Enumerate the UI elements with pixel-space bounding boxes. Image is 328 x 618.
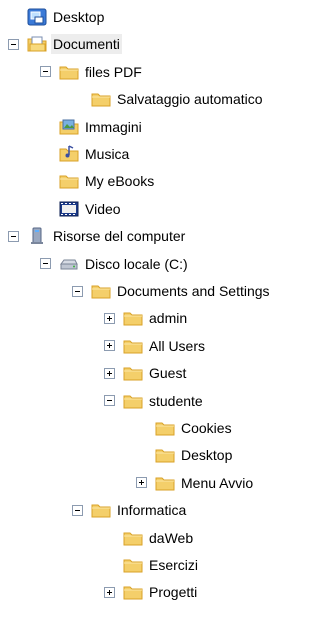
tree-item-label: Immagini bbox=[85, 118, 142, 135]
folder-icon bbox=[123, 309, 143, 327]
folder-icon bbox=[91, 282, 111, 300]
collapse-icon[interactable] bbox=[8, 38, 19, 50]
tree-item-label: files PDF bbox=[85, 63, 142, 80]
collapse-icon[interactable] bbox=[40, 258, 51, 270]
tree-item[interactable]: Documents and Settings bbox=[72, 280, 272, 302]
tree-item-label: Esercizi bbox=[149, 557, 199, 573]
tree-item-label: studente bbox=[149, 392, 203, 409]
tree-item-label: Musica bbox=[85, 146, 130, 162]
tree-item-label: Menu Avvio bbox=[181, 474, 254, 491]
tree-item[interactable]: My eBooks bbox=[40, 170, 156, 192]
tree-item[interactable]: daWeb bbox=[104, 527, 195, 549]
tree-item-label: daWeb bbox=[149, 529, 194, 546]
tree-item-label: Informatica bbox=[117, 502, 187, 519]
folder-icon bbox=[155, 446, 175, 464]
desktop-icon bbox=[27, 8, 47, 26]
tree-item-label: admin bbox=[149, 310, 188, 327]
pictures-folder-icon bbox=[59, 118, 79, 136]
tree-item-label: Desktop bbox=[181, 447, 233, 464]
tree-item-label: Cookies bbox=[181, 420, 232, 436]
music-folder-icon bbox=[59, 145, 79, 163]
folder-icon bbox=[123, 529, 143, 547]
tree-item-label: Documenti bbox=[51, 34, 122, 55]
tree-item[interactable]: Salvataggio automatico bbox=[72, 88, 265, 110]
expand-icon[interactable] bbox=[104, 312, 115, 324]
tree-item-label: Risorse del computer bbox=[53, 228, 186, 245]
tree-item-label: My eBooks bbox=[85, 173, 155, 190]
expand-icon[interactable] bbox=[104, 586, 115, 598]
tree-item-label: Salvataggio automatico bbox=[117, 91, 263, 108]
collapse-icon[interactable] bbox=[72, 504, 83, 516]
tree-item[interactable]: Desktop bbox=[8, 6, 106, 28]
tree-item[interactable]: Musica bbox=[40, 143, 131, 165]
tree-item[interactable]: files PDF bbox=[40, 61, 144, 83]
tree-item[interactable]: Risorse del computer bbox=[8, 225, 187, 247]
tree-item[interactable]: Documenti bbox=[8, 33, 122, 55]
folder-tree: Desktop Documenti files PDF Salvataggio aut… bbox=[0, 0, 328, 618]
tree-item[interactable]: Video bbox=[40, 198, 123, 220]
tree-item[interactable]: Cookies bbox=[136, 417, 234, 439]
drive-icon bbox=[59, 255, 79, 273]
collapse-icon[interactable] bbox=[104, 395, 115, 407]
expand-icon[interactable] bbox=[104, 367, 115, 379]
tree-item[interactable]: Esercizi bbox=[104, 554, 200, 576]
tree-item[interactable]: Immagini bbox=[40, 116, 144, 138]
tree-item[interactable]: Desktop bbox=[136, 444, 234, 466]
folder-icon bbox=[123, 337, 143, 355]
folder-icon bbox=[123, 364, 143, 382]
tree-item[interactable]: Disco locale (C:) bbox=[40, 253, 190, 275]
tree-item-label: Progetti bbox=[149, 584, 198, 601]
folder-icon bbox=[123, 556, 143, 574]
tree-item-label: Disco locale (C:) bbox=[85, 255, 188, 272]
folder-icon bbox=[91, 90, 111, 108]
tree-item-label: Desktop bbox=[53, 9, 105, 25]
folder-icon bbox=[59, 172, 79, 190]
collapse-icon[interactable] bbox=[40, 66, 51, 78]
collapse-icon[interactable] bbox=[72, 285, 83, 297]
tree-item-label: All Users bbox=[149, 337, 206, 354]
video-folder-icon bbox=[59, 200, 79, 218]
collapse-icon[interactable] bbox=[8, 230, 19, 242]
tree-item[interactable]: Menu Avvio bbox=[136, 472, 255, 494]
tree-item[interactable]: Guest bbox=[104, 362, 188, 384]
tree-item[interactable]: Progetti bbox=[104, 581, 199, 603]
tree-item[interactable]: studente bbox=[104, 390, 205, 412]
expand-icon[interactable] bbox=[104, 340, 115, 352]
tree-item-label: Video bbox=[85, 200, 121, 217]
folder-icon bbox=[155, 474, 175, 492]
tree-item[interactable]: Informatica bbox=[72, 499, 188, 521]
folder-icon bbox=[59, 63, 79, 81]
folder-icon bbox=[123, 583, 143, 601]
expand-icon[interactable] bbox=[136, 477, 147, 489]
documents-folder-icon bbox=[27, 35, 47, 53]
tree-item-label: Documents and Settings bbox=[117, 283, 270, 299]
tree-item-label: Guest bbox=[149, 365, 187, 382]
computer-icon bbox=[27, 227, 47, 245]
tree-item[interactable]: All Users bbox=[104, 335, 207, 357]
folder-icon bbox=[91, 501, 111, 519]
tree-item[interactable]: admin bbox=[104, 307, 189, 329]
folder-icon bbox=[123, 392, 143, 410]
folder-icon bbox=[155, 419, 175, 437]
